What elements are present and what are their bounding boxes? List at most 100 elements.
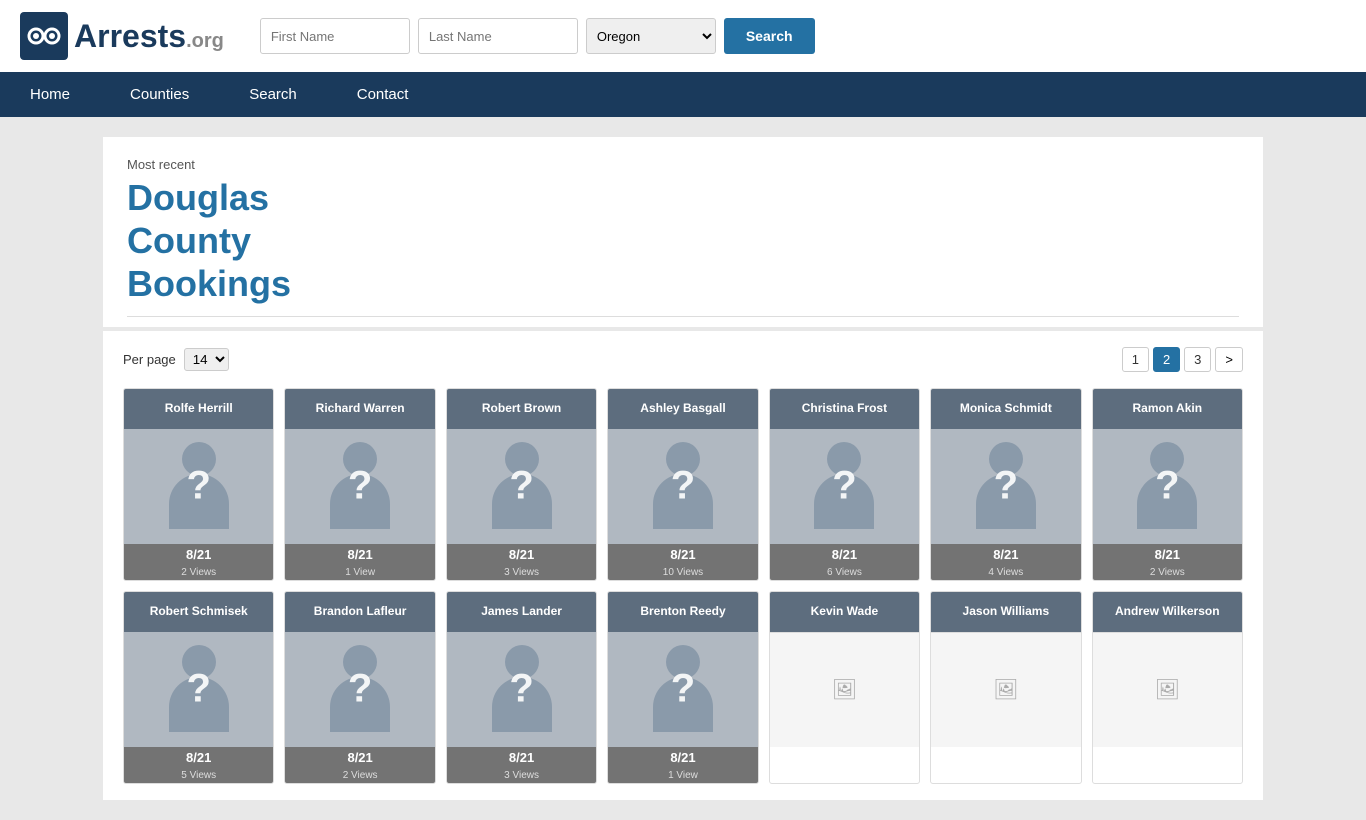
booking-photo: 🖼 — [1093, 632, 1242, 747]
booking-card[interactable]: Brandon Lafleur? 8/212 Views — [284, 591, 435, 784]
question-mark-icon: ? — [1155, 464, 1179, 509]
question-mark-icon: ? — [186, 464, 210, 509]
booking-name: Monica Schmidt — [931, 389, 1080, 429]
booking-photo: ? — [124, 632, 273, 747]
page-title-area: Most recent Douglas County Bookings — [103, 137, 1263, 327]
booking-photo: ? — [608, 632, 757, 747]
booking-photo: ? — [447, 429, 596, 544]
booking-card[interactable]: Kevin Wade🖼 — [769, 591, 920, 784]
booking-views: 3 Views — [447, 768, 596, 783]
main-nav: Home Counties Search Contact — [0, 72, 1366, 117]
question-mark-icon: ? — [671, 667, 695, 712]
nav-search[interactable]: Search — [219, 72, 327, 117]
question-mark-icon: ? — [509, 667, 533, 712]
booking-views: 3 Views — [447, 565, 596, 580]
booking-views: 5 Views — [124, 768, 273, 783]
booking-photo: ? — [124, 429, 273, 544]
booking-date: 8/21 — [285, 747, 434, 768]
booking-photo: 🖼 — [931, 632, 1080, 747]
booking-name: Brandon Lafleur — [285, 592, 434, 632]
booking-date: 8/21 — [608, 544, 757, 565]
logo-text: Arrests.org — [74, 18, 224, 55]
next-page-button[interactable]: > — [1215, 347, 1243, 372]
page-title: Douglas County Bookings — [127, 176, 1239, 306]
page-2-button[interactable]: 2 — [1153, 347, 1180, 372]
booking-photo: ? — [285, 632, 434, 747]
booking-photo: ? — [1093, 429, 1242, 544]
booking-grid-row1: Rolfe Herrill?8/212 ViewsRichard Warren?… — [123, 388, 1243, 581]
page-1-button[interactable]: 1 — [1122, 347, 1149, 372]
booking-name: Jason Williams — [931, 592, 1080, 632]
question-mark-icon: ? — [994, 464, 1018, 509]
broken-image-icon: 🖼 — [993, 677, 1018, 702]
page-3-button[interactable]: 3 — [1184, 347, 1211, 372]
broken-image-icon: 🖼 — [832, 677, 857, 702]
site-header: Arrests.org Oregon Search — [0, 0, 1366, 72]
per-page-select[interactable]: 7 14 21 28 — [184, 348, 229, 371]
booking-name: Robert Brown — [447, 389, 596, 429]
pagination: 1 2 3 > — [1122, 347, 1243, 372]
booking-views: 1 View — [608, 768, 757, 783]
state-select[interactable]: Oregon — [586, 18, 716, 54]
booking-date: 8/21 — [447, 544, 596, 565]
booking-photo: ? — [608, 429, 757, 544]
booking-photo: 🖼 — [770, 632, 919, 747]
booking-date: 8/21 — [931, 544, 1080, 565]
question-mark-icon: ? — [348, 464, 372, 509]
question-mark-icon: ? — [832, 464, 856, 509]
booking-date: 8/21 — [1093, 544, 1242, 565]
booking-name: Richard Warren — [285, 389, 434, 429]
booking-name: Rolfe Herrill — [124, 389, 273, 429]
booking-card[interactable]: James Lander?8/213 Views — [446, 591, 597, 784]
nav-counties[interactable]: Counties — [100, 72, 219, 117]
booking-photo: ? — [285, 429, 434, 544]
booking-views: 6 Views — [770, 565, 919, 580]
site-logo[interactable]: Arrests.org — [20, 12, 224, 60]
booking-grid-row2: Robert Schmisek?8/215 ViewsBrandon Lafle… — [123, 591, 1243, 784]
booking-views: 1 View — [285, 565, 434, 580]
booking-name: Ramon Akin — [1093, 389, 1242, 429]
booking-date: 8/21 — [124, 747, 273, 768]
booking-views: 10 Views — [608, 565, 757, 580]
booking-photo: ? — [931, 429, 1080, 544]
booking-date: 8/21 — [608, 747, 757, 768]
header-search-form: Oregon Search — [260, 18, 815, 54]
booking-card[interactable]: Ramon Akin? 8/212 Views — [1092, 388, 1243, 581]
booking-date: 8/21 — [124, 544, 273, 565]
booking-views: 4 Views — [931, 565, 1080, 580]
booking-date: 8/21 — [770, 544, 919, 565]
booking-views: 2 Views — [1093, 565, 1242, 580]
booking-card[interactable]: Richard Warren? 8/211 View — [284, 388, 435, 581]
nav-contact[interactable]: Contact — [327, 72, 439, 117]
booking-card[interactable]: Brenton Reedy? 8/211 View — [607, 591, 758, 784]
last-name-input[interactable] — [418, 18, 578, 54]
content-panel: Per page 7 14 21 28 1 2 3 > Rolfe Herril… — [103, 331, 1263, 800]
booking-date: 8/21 — [285, 544, 434, 565]
booking-photo: ? — [447, 632, 596, 747]
nav-home[interactable]: Home — [0, 72, 100, 117]
booking-name: Brenton Reedy — [608, 592, 757, 632]
booking-card[interactable]: Monica Schmidt? 8/214 Views — [930, 388, 1081, 581]
question-mark-icon: ? — [671, 464, 695, 509]
booking-card[interactable]: Rolfe Herrill? 8/212 Views — [123, 388, 274, 581]
booking-name: Andrew Wilkerson — [1093, 592, 1242, 632]
booking-card[interactable]: Robert Brown? 8/213 Views — [446, 388, 597, 581]
booking-card[interactable]: Ashley Basgall?8/2110 Views — [607, 388, 758, 581]
controls-row: Per page 7 14 21 28 1 2 3 > — [123, 347, 1243, 372]
booking-card[interactable]: Andrew Wilkerson🖼 — [1092, 591, 1243, 784]
booking-views: 2 Views — [124, 565, 273, 580]
question-mark-icon: ? — [509, 464, 533, 509]
question-mark-icon: ? — [348, 667, 372, 712]
first-name-input[interactable] — [260, 18, 410, 54]
per-page-label: Per page — [123, 352, 176, 367]
booking-name: Christina Frost — [770, 389, 919, 429]
booking-views: 2 Views — [285, 768, 434, 783]
header-search-button[interactable]: Search — [724, 18, 815, 54]
question-mark-icon: ? — [186, 667, 210, 712]
booking-photo: ? — [770, 429, 919, 544]
booking-card[interactable]: Christina Frost? 8/216 Views — [769, 388, 920, 581]
booking-card[interactable]: Jason Williams 🖼 — [930, 591, 1081, 784]
booking-card[interactable]: Robert Schmisek?8/215 Views — [123, 591, 274, 784]
logo-icon — [20, 12, 68, 60]
main-content: Most recent Douglas County Bookings Per … — [83, 117, 1283, 820]
